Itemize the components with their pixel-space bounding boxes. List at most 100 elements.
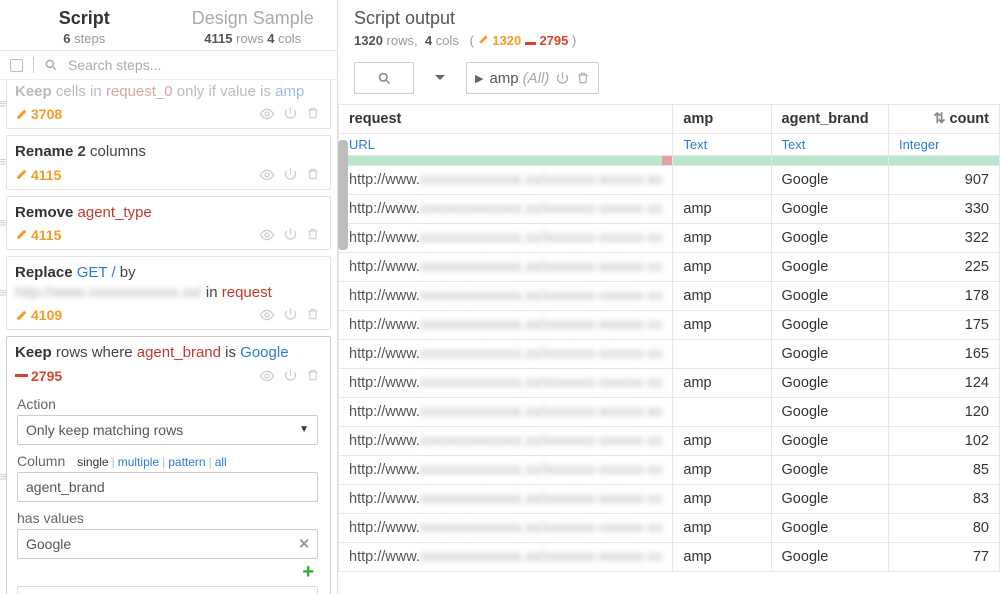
cell-request: http://www.xxxxxxxxxxxxxx.xx/xxxxxxx-xxx… [339, 456, 673, 485]
step-count: 4115 [15, 167, 61, 183]
column-input[interactable]: agent_brand [17, 472, 318, 502]
column-mode-links: single|multiple|pattern|all [77, 455, 226, 469]
cell-amp: amp [673, 311, 771, 340]
tab-script-sub: 6 steps [0, 31, 169, 46]
type-count[interactable]: Integer [888, 134, 999, 156]
drag-handle-icon[interactable]: ≡ [0, 160, 7, 164]
play-icon: ▶ [475, 72, 483, 85]
cell-count: 124 [888, 369, 999, 398]
cell-amp: amp [673, 195, 771, 224]
table-row[interactable]: http://www.xxxxxxxxxxxxxx.xx/xxxxxxx-xxx… [339, 253, 1000, 282]
step-keep-rows[interactable]: ≡ Keep rows where agent_brand is Google … [6, 336, 331, 594]
drag-handle-icon[interactable]: ≡ [0, 475, 7, 479]
table-row[interactable]: http://www.xxxxxxxxxxxxxx.xx/xxxxxxx-xxx… [339, 311, 1000, 340]
power-icon[interactable] [283, 307, 298, 323]
eye-icon[interactable] [259, 106, 275, 122]
table-row[interactable]: http://www.xxxxxxxxxxxxxx.xx/xxxxxxx-xxx… [339, 543, 1000, 572]
table-row[interactable]: http://www.xxxxxxxxxxxxxx.xx/xxxxxxx-xxx… [339, 340, 1000, 369]
cell-amp: amp [673, 253, 771, 282]
eye-icon[interactable] [259, 227, 275, 243]
cell-brand: Google [771, 369, 888, 398]
drag-handle-icon[interactable]: ≡ [0, 291, 7, 295]
table-row[interactable]: http://www.xxxxxxxxxxxxxx.xx/xxxxxxx-xxx… [339, 514, 1000, 543]
cell-brand: Google [771, 427, 888, 456]
cell-count: 225 [888, 253, 999, 282]
select-all-checkbox[interactable] [10, 59, 23, 72]
trash-icon[interactable] [306, 106, 320, 122]
trash-icon[interactable] [306, 227, 320, 243]
col-agent-brand[interactable]: agent_brand [771, 105, 888, 134]
trash-icon[interactable] [306, 307, 320, 323]
mode-all[interactable]: all [215, 455, 227, 469]
eye-icon[interactable] [259, 368, 275, 384]
panel-resize-handle[interactable] [338, 140, 348, 250]
step-count: 2795 [15, 368, 62, 384]
table-row[interactable]: http://www.xxxxxxxxxxxxxx.xx/xxxxxxx-xxx… [339, 369, 1000, 398]
add-value-button[interactable]: + [17, 561, 318, 584]
cell-count: 80 [888, 514, 999, 543]
table-row[interactable]: http://www.xxxxxxxxxxxxxx.xx/xxxxxxx-xxx… [339, 195, 1000, 224]
table-row[interactable]: http://www.xxxxxxxxxxxxxx.xx/xxxxxxx-xxx… [339, 427, 1000, 456]
mode-multiple[interactable]: multiple [118, 455, 159, 469]
cell-request: http://www.xxxxxxxxxxxxxx.xx/xxxxxxx-xxx… [339, 514, 673, 543]
tab-design-sample[interactable]: Design Sample 4115 rows 4 cols [169, 0, 338, 50]
power-icon[interactable] [283, 368, 298, 384]
quality-bar-amp [673, 156, 771, 166]
cell-amp [673, 166, 771, 195]
power-icon[interactable] [283, 167, 298, 183]
table-row[interactable]: http://www.xxxxxxxxxxxxxx.xx/xxxxxxx-xxx… [339, 485, 1000, 514]
cell-count: 77 [888, 543, 999, 572]
step-rename[interactable]: ≡ Rename 2 columns 4115 [6, 135, 331, 189]
trash-icon[interactable] [306, 368, 320, 384]
output-dropdown-button[interactable] [424, 62, 456, 94]
cell-amp: amp [673, 543, 771, 572]
trash-icon[interactable] [576, 71, 590, 85]
power-icon[interactable] [283, 227, 298, 243]
power-icon[interactable] [283, 106, 298, 122]
has-values-input[interactable]: Google [17, 529, 318, 559]
drag-handle-icon[interactable]: ≡ [0, 102, 7, 106]
table-row[interactable]: http://www.xxxxxxxxxxxxxx.xx/xxxxxxx-xxx… [339, 282, 1000, 311]
quality-bar-request [339, 156, 673, 166]
step-keep-cells[interactable]: ≡ Keep cells in request_0 only if value … [6, 80, 331, 129]
mode-pattern[interactable]: pattern [168, 455, 205, 469]
cell-brand: Google [771, 398, 888, 427]
cell-amp [673, 398, 771, 427]
col-amp[interactable]: amp [673, 105, 771, 134]
table-row[interactable]: http://www.xxxxxxxxxxxxxx.xx/xxxxxxx-xxx… [339, 456, 1000, 485]
cell-count: 83 [888, 485, 999, 514]
trash-icon[interactable] [306, 167, 320, 183]
mode-single[interactable]: single [77, 455, 108, 469]
col-count[interactable]: ⇅ count [888, 105, 999, 134]
type-amp[interactable]: Text [673, 134, 771, 156]
eye-icon[interactable] [259, 167, 275, 183]
eye-icon[interactable] [259, 307, 275, 323]
clear-value-icon[interactable]: ✕ [298, 535, 310, 552]
tab-design-title: Design Sample [169, 8, 338, 29]
cell-brand: Google [771, 456, 888, 485]
step-remove[interactable]: ≡ Remove agent_type 4115 [6, 196, 331, 250]
tab-script-title: Script [0, 8, 169, 29]
search-steps-input[interactable] [68, 57, 327, 73]
table-row[interactable]: http://www.xxxxxxxxxxxxxx.xx/xxxxxxx-xxx… [339, 224, 1000, 253]
table-row[interactable]: http://www.xxxxxxxxxxxxxx.xx/xxxxxxx-xxx… [339, 166, 1000, 195]
type-request[interactable]: URL [339, 134, 673, 156]
cell-brand: Google [771, 224, 888, 253]
empty-value-input[interactable] [17, 586, 318, 594]
step-replace[interactable]: ≡ Replace GET / byhttp://www.xxxxxxxxxxx… [6, 256, 331, 331]
output-search-button[interactable] [354, 62, 414, 94]
quality-bar-brand [771, 156, 888, 166]
cell-request: http://www.xxxxxxxxxxxxxx.xx/xxxxxxx-xxx… [339, 166, 673, 195]
cell-request: http://www.xxxxxxxxxxxxxx.xx/xxxxxxx-xxx… [339, 398, 673, 427]
cell-request: http://www.xxxxxxxxxxxxxx.xx/xxxxxxx-xxx… [339, 224, 673, 253]
refresh-icon[interactable] [555, 71, 570, 86]
drag-handle-icon[interactable]: ≡ [0, 221, 7, 225]
col-request[interactable]: request [339, 105, 673, 134]
cell-amp: amp [673, 427, 771, 456]
type-agent-brand[interactable]: Text [771, 134, 888, 156]
tab-script[interactable]: Script 6 steps [0, 0, 169, 50]
action-select[interactable]: Only keep matching rows ▼ [17, 415, 318, 445]
column-chip[interactable]: ▶ amp (All) [466, 62, 599, 94]
cell-request: http://www.xxxxxxxxxxxxxx.xx/xxxxxxx-xxx… [339, 427, 673, 456]
table-row[interactable]: http://www.xxxxxxxxxxxxxx.xx/xxxxxxx-xxx… [339, 398, 1000, 427]
